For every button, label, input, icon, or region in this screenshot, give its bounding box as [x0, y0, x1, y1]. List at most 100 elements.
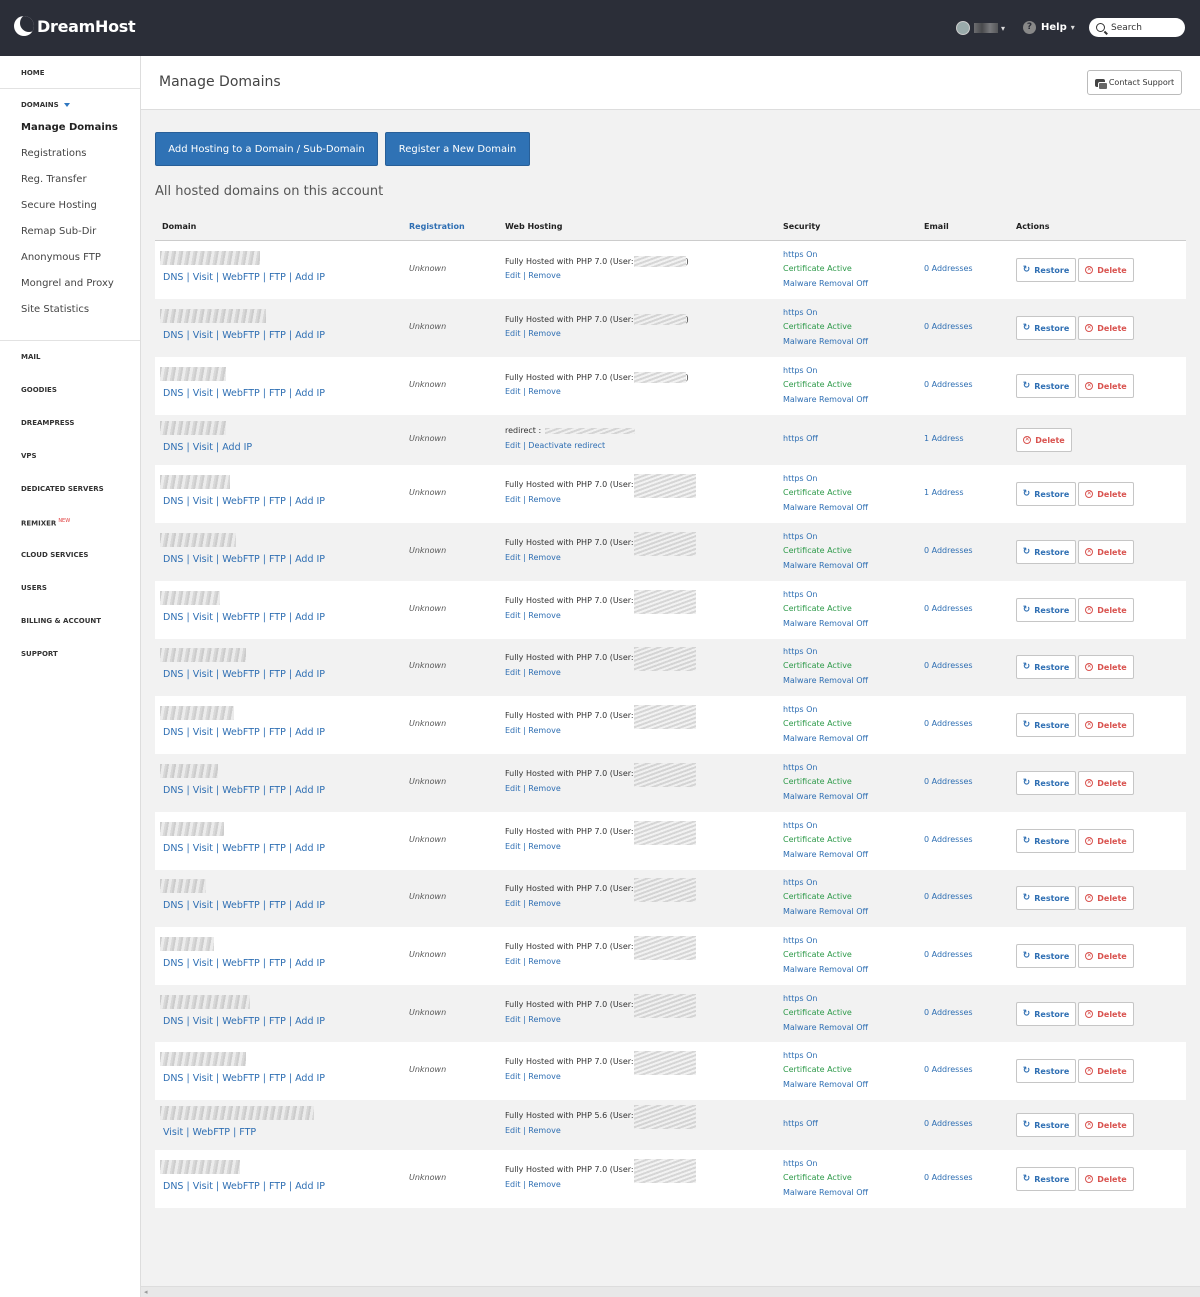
edit-link[interactable]: Edit [505, 1180, 521, 1189]
visit-link[interactable]: Visit [193, 1181, 213, 1192]
sidebar-item-reg-transfer[interactable]: Reg. Transfer [21, 174, 87, 185]
dns-link[interactable]: DNS [163, 1073, 183, 1084]
sidebar-item-billing-account[interactable]: BILLING & ACCOUNT [21, 617, 101, 625]
restore-button[interactable]: ↻ Restore [1016, 598, 1076, 622]
delete-button[interactable]: ✕ Delete [1078, 258, 1134, 282]
delete-button[interactable]: ✕ Delete [1078, 829, 1134, 853]
webftp-link[interactable]: WebFTP [222, 330, 260, 341]
visit-link[interactable]: Visit [193, 1073, 213, 1084]
dns-link[interactable]: DNS [163, 669, 183, 680]
remove-link[interactable]: Remove [528, 611, 560, 620]
https-status[interactable]: https On [783, 532, 818, 541]
malware-removal-status[interactable]: Malware Removal Off [783, 503, 868, 512]
webftp-link[interactable]: WebFTP [222, 785, 260, 796]
https-status[interactable]: https On [783, 250, 818, 259]
dns-link[interactable]: DNS [163, 612, 183, 623]
visit-link[interactable]: Visit [193, 612, 213, 623]
webftp-link[interactable]: WebFTP [222, 1181, 260, 1192]
ftp-link[interactable]: FTP [269, 900, 286, 911]
search-box[interactable] [1089, 18, 1185, 37]
delete-button[interactable]: ✕ Delete [1078, 1167, 1134, 1191]
restore-button[interactable]: ↻ Restore [1016, 944, 1076, 968]
column-header-registration[interactable]: Registration [409, 222, 465, 231]
email-addresses-link[interactable]: 0 Addresses [924, 1173, 973, 1182]
malware-removal-status[interactable]: Malware Removal Off [783, 965, 868, 974]
visit-link[interactable]: Visit [163, 1127, 183, 1138]
webftp-link[interactable]: WebFTP [222, 388, 260, 399]
sidebar-item-cloud-services[interactable]: CLOUD SERVICES [21, 551, 88, 559]
webftp-link[interactable]: WebFTP [222, 612, 260, 623]
add-ip-link[interactable]: Add IP [295, 330, 325, 341]
edit-link[interactable]: Edit [505, 1015, 521, 1024]
https-status[interactable]: https On [783, 308, 818, 317]
https-status[interactable]: https Off [783, 1119, 818, 1128]
ftp-link[interactable]: FTP [269, 1181, 286, 1192]
remove-link[interactable]: Remove [528, 899, 560, 908]
https-status[interactable]: https On [783, 590, 818, 599]
add-ip-link[interactable]: Add IP [295, 727, 325, 738]
dns-link[interactable]: DNS [163, 330, 183, 341]
delete-button[interactable]: ✕ Delete [1078, 713, 1134, 737]
email-addresses-link[interactable]: 0 Addresses [924, 835, 973, 844]
dns-link[interactable]: DNS [163, 1016, 183, 1027]
ftp-link[interactable]: FTP [269, 1016, 286, 1027]
ftp-link[interactable]: FTP [269, 554, 286, 565]
restore-button[interactable]: ↻ Restore [1016, 1113, 1076, 1137]
malware-removal-status[interactable]: Malware Removal Off [783, 1023, 868, 1032]
remove-link[interactable]: Remove [528, 387, 560, 396]
email-addresses-link[interactable]: 0 Addresses [924, 264, 973, 273]
dns-link[interactable]: DNS [163, 554, 183, 565]
deactivate-redirect-link[interactable]: Deactivate redirect [528, 441, 605, 450]
add-ip-link[interactable]: Add IP [295, 843, 325, 854]
remove-link[interactable]: Remove [528, 726, 560, 735]
sidebar-item-remixer[interactable]: REMIXER NEW [21, 518, 70, 527]
ftp-link[interactable]: FTP [239, 1127, 256, 1138]
webftp-link[interactable]: WebFTP [222, 1073, 260, 1084]
sidebar-item-mongrel-and-proxy[interactable]: Mongrel and Proxy [21, 278, 114, 289]
edit-link[interactable]: Edit [505, 957, 521, 966]
delete-button[interactable]: ✕ Delete [1078, 1002, 1134, 1026]
user-account-menu[interactable]: ▾ [956, 21, 1005, 35]
dns-link[interactable]: DNS [163, 900, 183, 911]
dns-link[interactable]: DNS [163, 442, 183, 453]
https-status[interactable]: https On [783, 1051, 818, 1060]
sidebar-item-users[interactable]: USERS [21, 584, 47, 592]
visit-link[interactable]: Visit [193, 900, 213, 911]
sidebar-item-remap-sub-dir[interactable]: Remap Sub-Dir [21, 226, 96, 237]
restore-button[interactable]: ↻ Restore [1016, 316, 1076, 340]
add-hosting-button[interactable]: Add Hosting to a Domain / Sub-Domain [155, 132, 378, 166]
restore-button[interactable]: ↻ Restore [1016, 374, 1076, 398]
edit-link[interactable]: Edit [505, 842, 521, 851]
remove-link[interactable]: Remove [528, 1126, 560, 1135]
malware-removal-status[interactable]: Malware Removal Off [783, 619, 868, 628]
certificate-status[interactable]: Certificate Active [783, 719, 852, 728]
remove-link[interactable]: Remove [528, 553, 560, 562]
edit-link[interactable]: Edit [505, 1126, 521, 1135]
email-addresses-link[interactable]: 0 Addresses [924, 661, 973, 670]
visit-link[interactable]: Visit [193, 496, 213, 507]
certificate-status[interactable]: Certificate Active [783, 835, 852, 844]
dns-link[interactable]: DNS [163, 785, 183, 796]
edit-link[interactable]: Edit [505, 668, 521, 677]
add-ip-link[interactable]: Add IP [295, 785, 325, 796]
sidebar-item-home[interactable]: HOME [21, 69, 45, 77]
malware-removal-status[interactable]: Malware Removal Off [783, 734, 868, 743]
sidebar-item-domains[interactable]: DOMAINS [21, 101, 70, 109]
visit-link[interactable]: Visit [193, 958, 213, 969]
webftp-link[interactable]: WebFTP [193, 1127, 231, 1138]
remove-link[interactable]: Remove [528, 271, 560, 280]
dns-link[interactable]: DNS [163, 388, 183, 399]
https-status[interactable]: https On [783, 821, 818, 830]
dns-link[interactable]: DNS [163, 272, 183, 283]
dns-link[interactable]: DNS [163, 843, 183, 854]
malware-removal-status[interactable]: Malware Removal Off [783, 561, 868, 570]
restore-button[interactable]: ↻ Restore [1016, 482, 1076, 506]
visit-link[interactable]: Visit [193, 843, 213, 854]
remove-link[interactable]: Remove [528, 1072, 560, 1081]
restore-button[interactable]: ↻ Restore [1016, 829, 1076, 853]
sidebar-item-site-statistics[interactable]: Site Statistics [21, 304, 89, 315]
certificate-status[interactable]: Certificate Active [783, 1008, 852, 1017]
email-addresses-link[interactable]: 0 Addresses [924, 950, 973, 959]
ftp-link[interactable]: FTP [269, 785, 286, 796]
email-addresses-link[interactable]: 0 Addresses [924, 1119, 973, 1128]
